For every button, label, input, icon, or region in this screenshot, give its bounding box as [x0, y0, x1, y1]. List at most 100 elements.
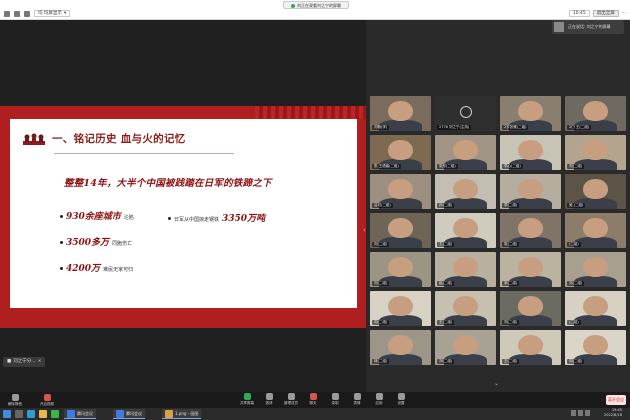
- chat-label: 聊天: [309, 401, 317, 405]
- taskbar-app-label: 腾讯会议: [77, 410, 93, 416]
- start-button[interactable]: [3, 409, 11, 419]
- participant-tile[interactable]: 刘畅(学): [370, 96, 431, 131]
- unmute-button[interactable]: 解除静音: [4, 394, 26, 408]
- participant-tile[interactable]: 刘(二组): [565, 252, 626, 287]
- more-icon[interactable]: ···: [622, 11, 626, 16]
- bullet-steel: 日军从中国掠走钢铁 3350万吨: [168, 211, 265, 224]
- participant-name: 2门 王(二组): [567, 125, 592, 130]
- emoji-button[interactable]: 表情: [346, 393, 368, 407]
- participant-grid: 刘畅(学) 2776 刘之宁(主持) 2岁张雅(二组) 2门 王(二组) 张 王语馨(二…: [370, 96, 628, 365]
- participant-tile[interactable]: 张(二组): [500, 213, 561, 248]
- participant-tile[interactable]: 王(二组): [500, 330, 561, 365]
- meeting-title: 刘正在观看刘之宁的屏幕: [297, 3, 341, 8]
- active-speaker-card[interactable]: 正在说话: 刘之宁的屏幕: [552, 20, 624, 34]
- close-icon[interactable]: ×: [38, 357, 42, 367]
- participant-tile[interactable]: 2776 刘之宁(主持): [435, 96, 496, 131]
- participant-tile[interactable]: 王(二组): [435, 291, 496, 326]
- exit-fullscreen-button[interactable]: 退出全屏: [592, 10, 619, 17]
- bullet-icon: [60, 215, 63, 218]
- chevron-down-icon[interactable]: ⌄: [494, 380, 499, 387]
- record-label: 录制: [331, 401, 339, 405]
- participant-tile[interactable]: 刘(二组): [500, 291, 561, 326]
- clock-date: 2022/8/18: [604, 413, 622, 417]
- info-icon[interactable]: [14, 10, 20, 17]
- participant-tile[interactable]: (二组): [565, 291, 626, 326]
- participant-face: [583, 295, 608, 317]
- taskbar-app-meeting-2[interactable]: 腾讯会议: [113, 409, 145, 419]
- participant-tile[interactable]: 刘(二组): [370, 213, 431, 248]
- participant-tile[interactable]: 张彤(二组): [435, 135, 496, 170]
- participant-face: [518, 256, 543, 278]
- invite-button[interactable]: 邀请: [258, 393, 280, 407]
- manage-members-button[interactable]: 管理成员: [280, 393, 302, 407]
- folder-icon: [39, 410, 47, 418]
- participant-tile[interactable]: 刘(二组): [565, 330, 626, 365]
- share-screen-button[interactable]: 共享屏幕: [236, 393, 258, 407]
- taskbar-app-meeting[interactable]: 腾讯会议: [64, 409, 96, 419]
- participant-name: 李心(二组): [502, 164, 523, 169]
- participant-name: 王(二组): [502, 359, 520, 364]
- participant-face: [388, 178, 413, 200]
- participant-tile[interactable]: 孙(二组): [435, 174, 496, 209]
- leave-meeting-button[interactable]: 离开会议: [606, 395, 626, 405]
- wechat-button[interactable]: [51, 409, 59, 419]
- participant-tile[interactable]: 吴 (二组): [565, 174, 626, 209]
- search-button[interactable]: [15, 409, 23, 419]
- slide-decoration: [255, 106, 366, 119]
- bullet-big: 3500多万: [66, 238, 110, 248]
- explorer-button[interactable]: [39, 409, 47, 419]
- participant-tile[interactable]: 2门 王(二组): [565, 96, 626, 131]
- view-selector[interactable]: 均 均屏显示 ▾: [34, 10, 71, 17]
- sharing-status-tag[interactable]: ■ 刘之宁分... ×: [3, 357, 46, 367]
- participant-tile[interactable]: 2岁张雅(二组): [500, 96, 561, 131]
- title-underline: [54, 153, 234, 154]
- microphone-icon: [11, 394, 19, 401]
- participant-face: [518, 334, 543, 356]
- participant-name: 赵(二组): [437, 281, 455, 286]
- participant-tile[interactable]: 王(二组): [435, 213, 496, 248]
- shield-icon[interactable]: [4, 10, 10, 17]
- os-taskbar: 腾讯会议 腾讯会议 1.png - 画图 19:45 2022/8/18: [0, 408, 630, 420]
- participant-name: (二组): [567, 242, 581, 247]
- participant-tile[interactable]: 刘(二组): [435, 330, 496, 365]
- participant-tile[interactable]: 张 王语馨(二组): [370, 135, 431, 170]
- volume-icon[interactable]: [578, 410, 583, 416]
- participant-tile[interactable]: 宋(二组): [500, 252, 561, 287]
- slide-content: 一、铭记历史 血与火的记忆 整整14年，大半个中国被践踏在日军的铁蹄之下 930…: [10, 119, 357, 308]
- meeting-control-bar: 解除静音 开启视频 共享屏幕 邀请 管理成员 聊天 录制 表情 应用 设置 离开…: [0, 392, 630, 408]
- participant-tile[interactable]: 刘(二组): [370, 252, 431, 287]
- slide-title: 一、铭记历史 血与火的记忆: [52, 133, 186, 145]
- participant-name: 2岁张雅(二组): [502, 125, 529, 130]
- taskbar-app-paint[interactable]: 1.png - 画图: [162, 409, 202, 419]
- network-icon[interactable]: [571, 410, 576, 416]
- screen-share-icon: ■: [7, 359, 12, 364]
- bullet-refugees: 4200万 难民无家可归: [60, 261, 133, 274]
- edge-button[interactable]: [27, 409, 35, 419]
- avatar: [554, 22, 564, 32]
- participant-tile[interactable]: 刘(二组): [565, 135, 626, 170]
- share-screen-label: 共享屏幕: [240, 401, 254, 405]
- bullet-small: 难民无家可归: [103, 267, 134, 273]
- participant-face: [583, 100, 608, 122]
- participant-name: 刘畅(学): [372, 125, 390, 130]
- start-video-button[interactable]: 开启视频: [36, 394, 58, 408]
- slide-quote: 整整14年，大半个中国被践踏在日军的铁蹄之下: [64, 178, 272, 189]
- participant-tile[interactable]: 刘(二组): [370, 291, 431, 326]
- apps-button[interactable]: 应用: [368, 393, 390, 407]
- participant-name: 刘(二组): [437, 359, 455, 364]
- participant-tile[interactable]: 赵(二组): [435, 252, 496, 287]
- record-button[interactable]: 录制: [324, 393, 346, 407]
- chat-button[interactable]: 聊天: [302, 393, 324, 407]
- participant-tile[interactable]: 林(二组): [370, 330, 431, 365]
- wechat-icon: [51, 410, 59, 418]
- system-clock[interactable]: 19:45 2022/8/18: [604, 408, 622, 418]
- participant-tile[interactable]: 李心(二组): [500, 135, 561, 170]
- participant-tile[interactable]: (二组): [565, 213, 626, 248]
- participant-tile[interactable]: 吕可(二组): [370, 174, 431, 209]
- meeting-title-pill[interactable]: 刘正在观看刘之宁的屏幕: [283, 1, 349, 9]
- bullet-casualties: 3500多万 同胞伤亡: [60, 235, 132, 248]
- participant-tile[interactable]: 李(二组): [500, 174, 561, 209]
- settings-button[interactable]: 设置: [390, 393, 412, 407]
- ime-icon[interactable]: [585, 410, 590, 416]
- signal-icon[interactable]: [24, 10, 30, 17]
